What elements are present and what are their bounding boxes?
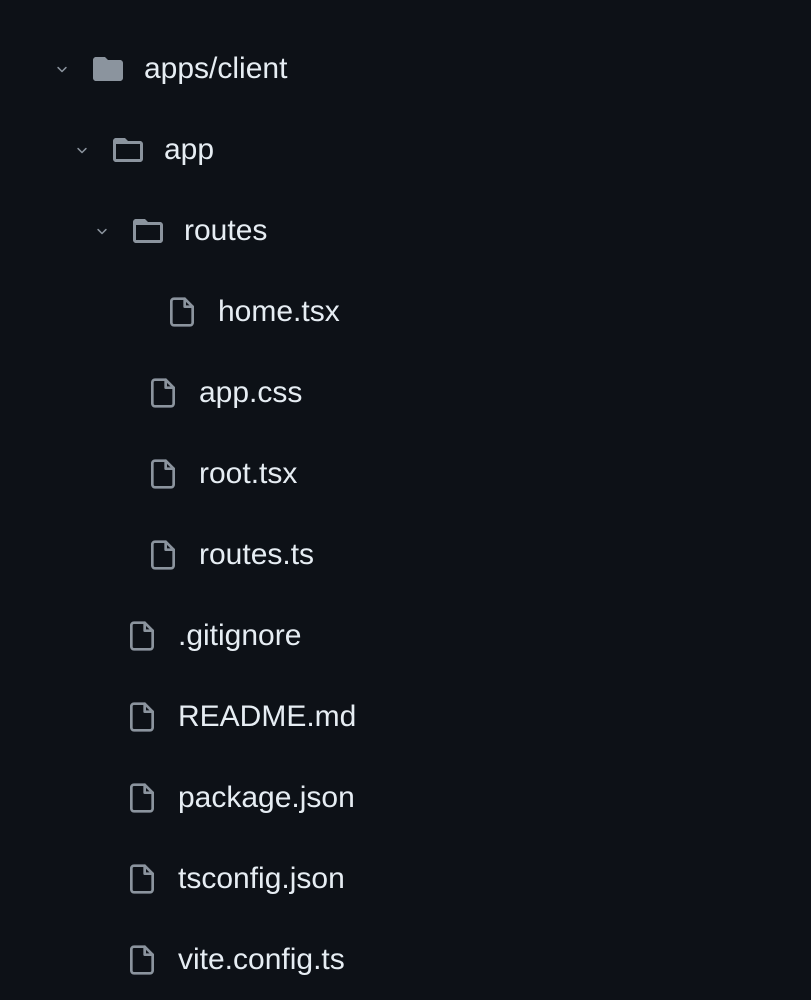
folder-open-icon: [130, 213, 166, 249]
tree-item-label: vite.config.ts: [178, 945, 345, 975]
tree-folder-routes[interactable]: routes: [0, 190, 811, 271]
folder-open-icon: [110, 132, 146, 168]
file-icon: [124, 780, 160, 816]
file-icon: [145, 537, 181, 573]
file-icon: [145, 456, 181, 492]
tree-item-label: README.md: [178, 702, 356, 732]
tree-file-app-css[interactable]: app.css: [0, 352, 811, 433]
tree-item-label: tsconfig.json: [178, 864, 345, 894]
tree-item-label: package.json: [178, 783, 355, 813]
file-icon: [145, 375, 181, 411]
tree-file-gitignore[interactable]: .gitignore: [0, 595, 811, 676]
tree-item-label: routes: [184, 216, 267, 246]
folder-icon: [90, 51, 126, 87]
tree-item-label: .gitignore: [178, 621, 301, 651]
tree-item-label: root.tsx: [199, 459, 297, 489]
file-icon: [164, 294, 200, 330]
tree-item-label: routes.ts: [199, 540, 314, 570]
file-icon: [124, 699, 160, 735]
file-tree: apps/client app routes: [0, 28, 811, 1000]
tree-file-package-json[interactable]: package.json: [0, 757, 811, 838]
tree-item-label: apps/client: [144, 54, 287, 84]
tree-file-readme[interactable]: README.md: [0, 676, 811, 757]
file-icon: [124, 861, 160, 897]
tree-file-root-tsx[interactable]: root.tsx: [0, 433, 811, 514]
tree-file-vite-config[interactable]: vite.config.ts: [0, 919, 811, 1000]
tree-folder-app[interactable]: app: [0, 109, 811, 190]
tree-item-label: app.css: [199, 378, 302, 408]
tree-file-tsconfig[interactable]: tsconfig.json: [0, 838, 811, 919]
chevron-down-icon: [70, 138, 94, 162]
tree-item-label: app: [164, 135, 214, 165]
file-icon: [124, 942, 160, 978]
tree-file-routes-ts[interactable]: routes.ts: [0, 514, 811, 595]
tree-file-home-tsx[interactable]: home.tsx: [0, 271, 811, 352]
chevron-down-icon: [50, 57, 74, 81]
tree-item-label: home.tsx: [218, 297, 340, 327]
file-icon: [124, 618, 160, 654]
tree-folder-apps-client[interactable]: apps/client: [0, 28, 811, 109]
chevron-down-icon: [90, 219, 114, 243]
